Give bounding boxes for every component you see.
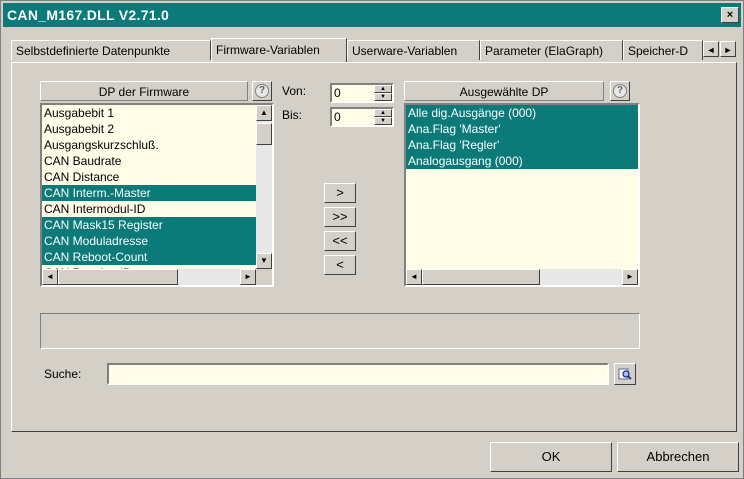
list-item[interactable]: CAN Mask15 Register — [42, 217, 256, 233]
firmware-list-hscroll[interactable]: ◄ ► — [42, 269, 256, 285]
spin-down-icon[interactable]: ▼ — [374, 117, 392, 125]
tab-parameter-elagraph[interactable]: Parameter (ElaGraph) — [480, 40, 623, 60]
help-icon: ? — [255, 84, 269, 98]
help-icon: ? — [613, 84, 627, 98]
selected-help-button[interactable]: ? — [610, 81, 630, 101]
firmware-dp-list[interactable]: Ausgabebit 1 Ausgabebit 2 Ausgangskurzschl… — [40, 103, 274, 287]
description-area — [40, 313, 640, 349]
list-item[interactable]: Ana.Flag 'Master' — [406, 121, 638, 137]
search-button[interactable] — [614, 363, 636, 385]
spin-up-icon[interactable]: ▲ — [374, 85, 392, 93]
selected-dp-header: Ausgewählte DP — [404, 81, 604, 101]
firmware-dp-header: DP der Firmware — [40, 81, 248, 101]
search-input[interactable] — [107, 363, 609, 385]
bis-label: Bis: — [282, 108, 303, 122]
list-item[interactable]: CAN Reboot-Count — [42, 249, 256, 265]
search-label: Suche: — [44, 367, 82, 381]
bis-value: 0 — [334, 110, 341, 124]
list-item[interactable]: Analogausgang (000) — [406, 153, 638, 169]
spin-up-icon[interactable]: ▲ — [374, 109, 392, 117]
add-all-button[interactable]: >> — [324, 207, 356, 227]
window-title: CAN_M167.DLL V2.71.0 — [7, 7, 170, 23]
tab-selbstdefinierte-datenpunkte[interactable]: Selbstdefinierte Datenpunkte — [11, 40, 211, 60]
list-item[interactable]: Ausgangskurzschluß. — [42, 137, 256, 153]
tab-scroll-right-button[interactable]: ► — [720, 41, 736, 57]
list-item[interactable]: CAN Moduladresse — [42, 233, 256, 249]
add-button[interactable]: > — [324, 183, 356, 203]
hscroll-thumb[interactable] — [58, 269, 178, 285]
selected-dp-list[interactable]: Alle dig.Ausgänge (000) Ana.Flag 'Master'… — [404, 103, 640, 287]
scroll-right-icon[interactable]: ► — [622, 269, 638, 285]
tab-speicher[interactable]: Speicher-D — [623, 40, 703, 60]
bis-spinner[interactable]: 0 ▲ ▼ — [330, 107, 394, 127]
scroll-down-icon[interactable]: ▼ — [256, 253, 272, 269]
tab-strip: Selbstdefinierte Datenpunkte Firmware-Va… — [11, 38, 737, 62]
search-icon — [618, 368, 632, 380]
list-item[interactable]: CAN Distance — [42, 169, 256, 185]
tab-panel: DP der Firmware ? Ausgabebit 1 Ausgabebit… — [11, 62, 737, 432]
scroll-up-icon[interactable]: ▲ — [256, 105, 272, 121]
spin-down-icon[interactable]: ▼ — [374, 93, 392, 101]
von-spinner[interactable]: 0 ▲ ▼ — [330, 83, 394, 103]
scroll-right-icon[interactable]: ► — [240, 269, 256, 285]
vscroll-thumb[interactable] — [256, 123, 272, 145]
scroll-corner — [256, 269, 272, 285]
scroll-left-icon[interactable]: ◄ — [406, 269, 422, 285]
list-item[interactable]: CAN Baudrate — [42, 153, 256, 169]
tab-firmware-variablen[interactable]: Firmware-Variablen — [211, 38, 347, 62]
close-button[interactable]: × — [721, 7, 739, 23]
dialog-window: CAN_M167.DLL V2.71.0 × Selbstdefinierte … — [0, 0, 744, 479]
list-item[interactable]: Ausgabebit 1 — [42, 105, 256, 121]
firmware-help-button[interactable]: ? — [252, 81, 272, 101]
cancel-button[interactable]: Abbrechen — [617, 442, 739, 472]
title-bar[interactable]: CAN_M167.DLL V2.71.0 × — [3, 3, 741, 27]
hscroll-thumb[interactable] — [422, 269, 540, 285]
list-item[interactable]: CAN Intermodul-ID — [42, 201, 256, 217]
list-item[interactable]: Ausgabebit 2 — [42, 121, 256, 137]
ok-button[interactable]: OK — [490, 442, 612, 472]
remove-button[interactable]: < — [324, 255, 356, 275]
list-item[interactable]: CAN Interm.-Master — [42, 185, 256, 201]
tab-userware-variablen[interactable]: Userware-Variablen — [347, 40, 480, 60]
von-label: Von: — [282, 84, 307, 98]
list-item[interactable]: Alle dig.Ausgänge (000) — [406, 105, 638, 121]
von-value: 0 — [334, 86, 341, 100]
list-item[interactable]: Ana.Flag 'Regler' — [406, 137, 638, 153]
selected-list-hscroll[interactable]: ◄ ► — [406, 269, 638, 285]
scroll-left-icon[interactable]: ◄ — [42, 269, 58, 285]
tab-scroll-left-button[interactable]: ◄ — [703, 41, 719, 57]
firmware-list-vscroll[interactable]: ▲ ▼ — [256, 105, 272, 269]
remove-all-button[interactable]: << — [324, 231, 356, 251]
